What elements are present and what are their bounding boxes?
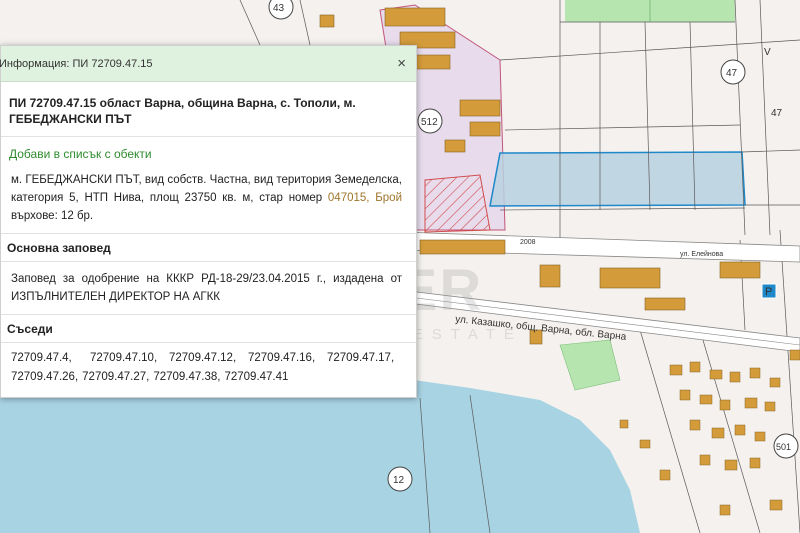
neighbor-item[interactable]: 72709.47.16, [248, 349, 327, 368]
parcel-number-43: 43 [268, 0, 294, 20]
svg-text:512: 512 [421, 117, 438, 128]
svg-text:43: 43 [273, 3, 285, 14]
order-text: Заповед за одобрение на КККР РД-18-29/23… [1, 262, 416, 315]
building [444, 139, 466, 153]
neighbor-item[interactable]: 72709.47.26, [11, 368, 78, 387]
neighbors-list: 72709.47.4, 72709.47.10, 72709.47.12, 72… [1, 343, 416, 393]
close-icon[interactable]: × [395, 55, 408, 72]
selected-parcel [489, 151, 746, 207]
building [419, 239, 506, 255]
neighbors-section-title: Съседи [1, 315, 416, 343]
neighbor-item[interactable]: 72709.47.10, [90, 349, 169, 368]
building [644, 297, 686, 311]
neighbor-item[interactable]: 72709.47.38, [153, 368, 220, 387]
neighbor-item[interactable]: 72709.47.27, [82, 368, 149, 387]
parcel-number-501: 501 [773, 433, 799, 459]
add-to-list-link[interactable]: Добави в списък с обекти [1, 137, 416, 167]
parcel-heading: ПИ 72709.47.15 област Варна, община Варн… [1, 82, 416, 137]
neighbor-item[interactable]: 72709.47.4, [11, 349, 90, 368]
parcel-number-12: 12 [387, 466, 413, 492]
neighbor-item[interactable]: 72709.47.12, [169, 349, 248, 368]
old-number: 047015, Брой [327, 192, 402, 204]
building [599, 267, 661, 289]
parcel-info-popup: Информация: ПИ 72709.47.15 × ПИ 72709.47… [0, 45, 417, 398]
building [319, 14, 335, 28]
building [469, 121, 501, 137]
road-number-label: 2008 [520, 239, 536, 246]
parcel-number-47: 47 [720, 59, 746, 85]
svg-text:12: 12 [393, 475, 405, 486]
parcel-label-47: 47 [771, 108, 783, 119]
building [384, 7, 446, 27]
svg-text:501: 501 [776, 442, 791, 452]
parcel-number-512: 512 [417, 108, 443, 134]
popup-title: Информация: ПИ 72709.47.15 [0, 57, 153, 70]
svg-text:47: 47 [726, 68, 738, 79]
svg-text:P: P [765, 286, 772, 298]
neighbor-item[interactable]: 72709.47.17, [327, 349, 406, 368]
hatched-zone [424, 174, 491, 233]
building [539, 264, 561, 288]
parcel-label-v: V [764, 47, 771, 58]
parcel-description: м. ГЕБЕДЖАНСКИ ПЪТ, вид собств. Частна, … [1, 167, 416, 234]
popup-titlebar: Информация: ПИ 72709.47.15 × [0, 46, 416, 82]
building [719, 261, 761, 279]
street-label-2: ул. Елейнова [680, 250, 723, 258]
neighbor-item[interactable]: 72709.47.41 [224, 368, 288, 387]
order-section-title: Основна заповед [1, 234, 416, 262]
building [459, 99, 501, 117]
